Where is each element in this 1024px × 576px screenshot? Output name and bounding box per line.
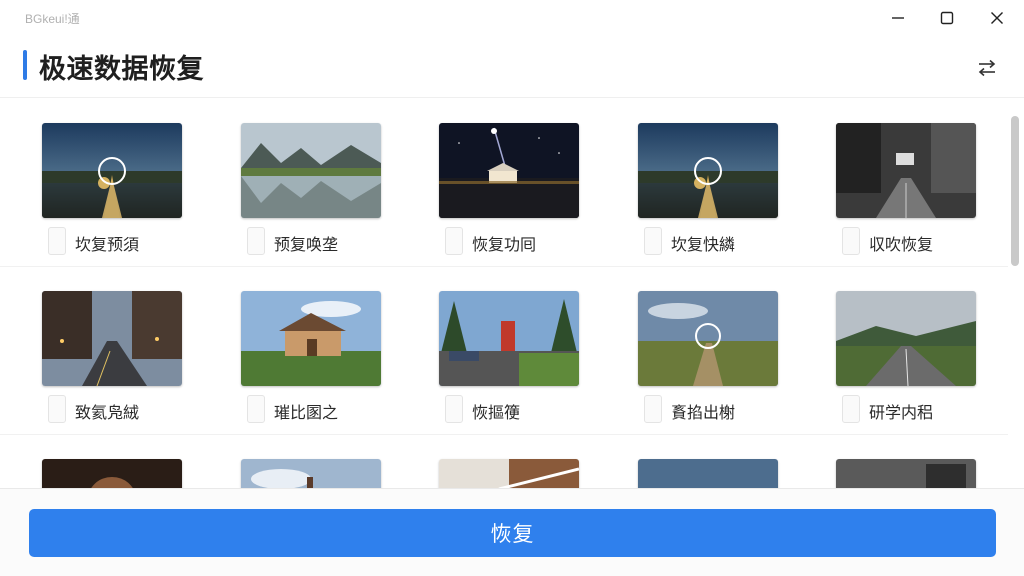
photo-caption: 収吹恢复 xyxy=(869,235,934,254)
close-icon xyxy=(991,12,1003,24)
title-bar: BGkeui!通 xyxy=(0,0,1024,36)
swap-arrows-icon xyxy=(978,59,996,77)
scrollbar-thumb[interactable] xyxy=(1011,116,1019,266)
minimize-icon xyxy=(892,17,904,19)
photo-caption: 恢摳箯 xyxy=(472,403,521,422)
photo-checkbox[interactable] xyxy=(247,395,265,423)
photo-checkbox[interactable] xyxy=(48,395,66,423)
app-window: BGkeui!通 极速数据恢复 坎复预須 预复唤垄 恢复功囘 坎复快繗 収吹恢复… xyxy=(0,0,1024,576)
photo-caption: 璀比圂之 xyxy=(274,403,339,422)
photo-thumbnail[interactable] xyxy=(439,291,579,386)
photo-thumbnail[interactable] xyxy=(638,123,778,218)
photo-grid: 坎复预須 预复唤垄 恢复功囘 坎复快繗 収吹恢复 致氦凫絨 璀比圂之 恢摳箯 賌… xyxy=(0,98,1008,488)
minimize-button[interactable] xyxy=(873,0,923,36)
photo-checkbox[interactable] xyxy=(644,227,662,255)
photo-thumbnail[interactable] xyxy=(638,459,778,488)
photo-thumbnail[interactable] xyxy=(241,123,381,218)
app-name: BGkeui!通 xyxy=(25,12,80,26)
photo-caption: 预复唤垄 xyxy=(274,235,339,254)
photo-thumbnail[interactable] xyxy=(42,123,182,218)
maximize-button[interactable] xyxy=(922,0,972,36)
maximize-icon xyxy=(940,11,954,25)
row-divider xyxy=(0,434,1008,435)
restore-button[interactable]: 恢复 xyxy=(29,509,996,557)
photo-thumbnail[interactable] xyxy=(241,459,381,488)
photo-checkbox[interactable] xyxy=(445,227,463,255)
photo-thumbnail[interactable] xyxy=(42,459,182,488)
photo-caption: 坎复预須 xyxy=(75,235,140,254)
photo-checkbox[interactable] xyxy=(48,227,66,255)
photo-checkbox[interactable] xyxy=(247,227,265,255)
title-accent-bar xyxy=(23,50,27,80)
photo-thumbnail[interactable] xyxy=(836,459,976,488)
photo-thumbnail[interactable] xyxy=(439,459,579,488)
page-header: 极速数据恢复 xyxy=(0,38,1024,96)
close-button[interactable] xyxy=(972,0,1022,36)
photo-thumbnail[interactable] xyxy=(439,123,579,218)
photo-thumbnail[interactable] xyxy=(241,291,381,386)
footer-bar: 恢复 xyxy=(0,489,1024,576)
photo-caption: 恢复功囘 xyxy=(472,235,537,254)
photo-checkbox[interactable] xyxy=(842,227,860,255)
photo-checkbox[interactable] xyxy=(445,395,463,423)
photo-thumbnail[interactable] xyxy=(42,291,182,386)
photo-caption: 研学内稆 xyxy=(869,403,934,422)
switch-view-button[interactable] xyxy=(972,53,1002,83)
photo-caption: 賌掐出榭 xyxy=(671,403,736,422)
photo-caption: 致氦凫絨 xyxy=(75,403,140,422)
row-divider xyxy=(0,266,1008,267)
photo-checkbox[interactable] xyxy=(644,395,662,423)
photo-checkbox[interactable] xyxy=(842,395,860,423)
photo-thumbnail[interactable] xyxy=(836,123,976,218)
photo-caption: 坎复快繗 xyxy=(671,235,736,254)
photo-thumbnail[interactable] xyxy=(836,291,976,386)
photo-thumbnail[interactable] xyxy=(638,291,778,386)
page-title: 极速数据恢复 xyxy=(39,54,204,85)
